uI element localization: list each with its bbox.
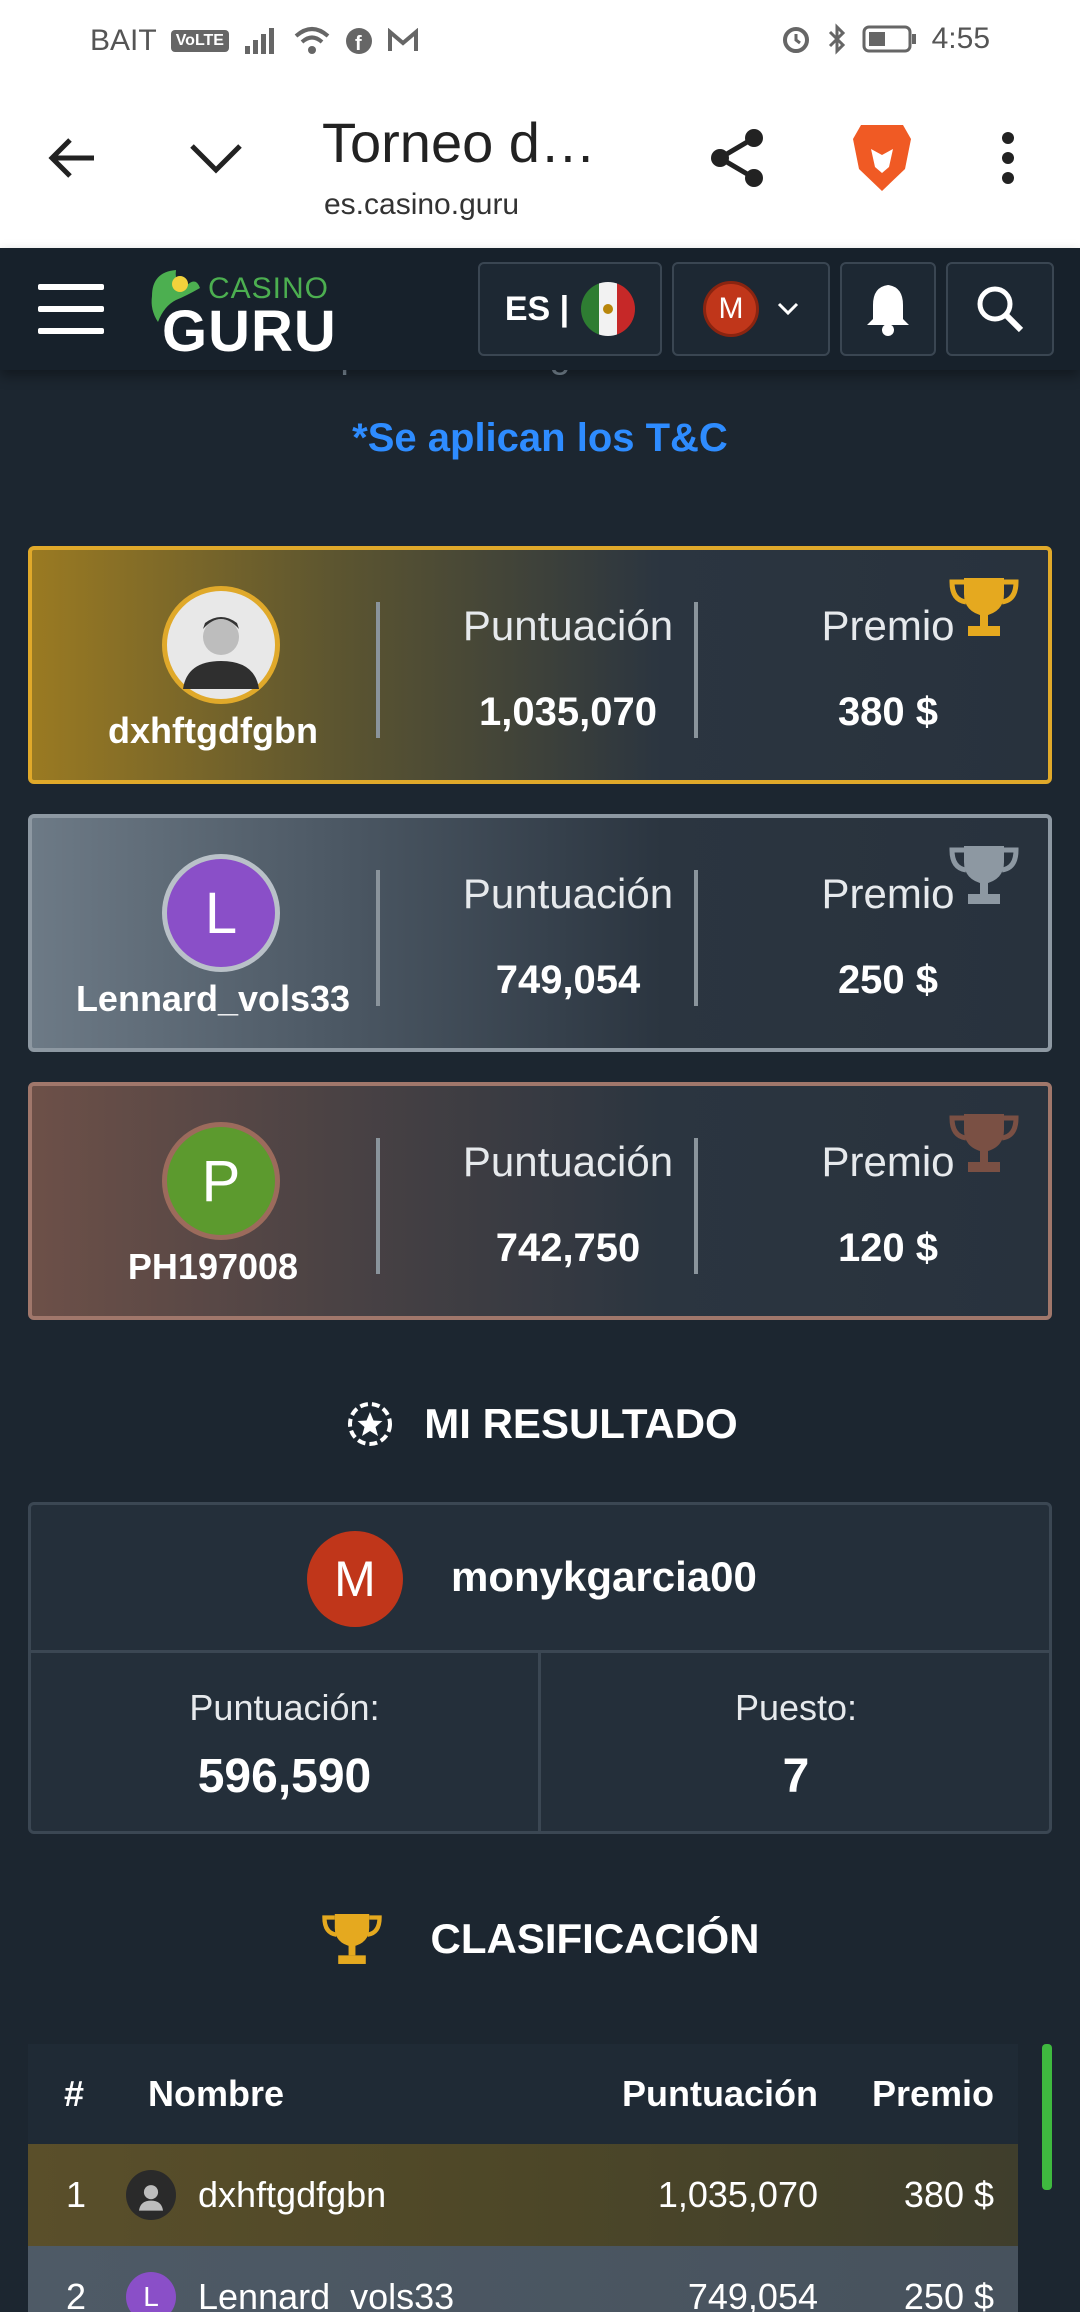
default-avatar-icon (138, 2185, 164, 2211)
share-icon[interactable] (702, 122, 774, 194)
col-rank[interactable]: # (64, 2044, 84, 2144)
svg-text:f: f (355, 33, 362, 55)
row-rank: 2 (66, 2276, 87, 2312)
table-scrollbar[interactable] (1042, 2044, 1052, 2190)
leaderboard-heading: CLASIFICACIÓN (0, 1910, 1080, 1968)
leaderboard-title: CLASIFICACIÓN (430, 1915, 760, 1962)
score-value: 1,035,070 (479, 690, 657, 734)
my-result-card: M monykgarcia00 Puntuación: 596,590 Pues… (28, 1502, 1052, 1834)
score-label: Puntuación (462, 602, 674, 649)
player-name: PH197008 (127, 1246, 299, 1287)
score-label: Puntuación (462, 870, 674, 917)
score-value: 749,054 (495, 958, 641, 1002)
table-row[interactable]: 2 L Lennard_vols33 749,054 250 $ (28, 2246, 1018, 2312)
mexico-flag-icon (581, 282, 636, 336)
my-avatar: M (307, 1531, 403, 1627)
my-rank-value: 7 (782, 1750, 810, 1803)
row-prize: 380 $ (903, 2174, 994, 2215)
col-name[interactable]: Nombre (148, 2044, 284, 2144)
prize-value: 120 $ (837, 1226, 939, 1270)
player-name: dxhftgdfgbn (108, 710, 318, 751)
col-prize[interactable]: Premio (872, 2044, 994, 2144)
silver-trophy-icon (949, 846, 1019, 904)
site-header: CASINO GURU ES | M (0, 248, 1080, 370)
gmail-icon (387, 28, 418, 51)
page-url[interactable]: es.casino.guru (324, 188, 519, 222)
podium-card-3[interactable]: P PH197008 Puntuación 742,750 Premio 120… (28, 1082, 1052, 1320)
notifications-button[interactable] (840, 262, 936, 356)
table-header: # Nombre Puntuación Premio (28, 2044, 1018, 2144)
player-avatar (162, 586, 280, 704)
menu-icon[interactable] (38, 284, 104, 334)
row-name: dxhftgdfgbn (198, 2174, 387, 2215)
clock: 4:55 (931, 22, 990, 55)
player-name: Lennard_vols33 (75, 978, 351, 1019)
my-score-label: Puntuación: (189, 1687, 380, 1728)
row-avatar (126, 2170, 176, 2220)
language-selector[interactable]: ES | (478, 262, 662, 356)
star-badge-icon (348, 1402, 393, 1446)
terms-link[interactable]: *Se aplican los T&C (0, 416, 1080, 461)
my-rank-label: Puesto: (734, 1687, 858, 1728)
back-icon[interactable] (36, 122, 108, 194)
podium-card-2[interactable]: L Lennard_vols33 Puntuación 749,054 Prem… (28, 814, 1052, 1052)
signal-icon (244, 28, 274, 54)
prize-value: 250 $ (837, 958, 939, 1002)
row-avatar: L (126, 2272, 176, 2312)
volte-badge: VoLTE (170, 30, 229, 52)
user-avatar: M (703, 281, 759, 337)
bell-icon (867, 285, 909, 336)
trophy-icon (321, 1914, 382, 1964)
chevron-down-icon[interactable] (180, 122, 252, 194)
logo-guru-text: GURU (162, 299, 337, 364)
leaderboard-table: # Nombre Puntuación Premio 1 dxhftgdfgbn… (28, 2044, 1018, 2312)
prize-value: 380 $ (837, 690, 939, 734)
row-score: 1,035,070 (657, 2174, 818, 2215)
browser-toolbar: Torneo d… es.casino.guru (0, 82, 1080, 248)
my-result-heading: MI RESULTADO (0, 1396, 1080, 1452)
table-row[interactable]: 1 dxhftgdfgbn 1,035,070 380 $ (28, 2144, 1018, 2246)
row-prize: 250 $ (903, 2276, 994, 2312)
facebook-icon: f (345, 28, 372, 55)
alarm-icon (782, 27, 809, 53)
default-avatar-icon (183, 617, 259, 689)
score-label: Puntuación (462, 1138, 674, 1185)
carrier-label: BAIT (90, 24, 157, 57)
more-options-icon[interactable] (972, 122, 1044, 194)
row-rank: 1 (66, 2174, 87, 2215)
my-score-value: 596,590 (197, 1750, 372, 1803)
status-bar: BAIT VoLTE f 4:55 (0, 0, 1080, 82)
user-menu-button[interactable]: M (672, 262, 830, 356)
row-score: 749,054 (687, 2276, 818, 2312)
my-username: monykgarcia00 (451, 1553, 757, 1600)
player-avatar: L (162, 854, 280, 972)
gold-trophy-icon (949, 578, 1019, 636)
search-icon (977, 286, 1024, 333)
battery-icon (862, 25, 916, 53)
score-value: 742,750 (495, 1226, 641, 1270)
player-avatar: P (162, 1122, 280, 1240)
bronze-trophy-icon (949, 1114, 1019, 1172)
language-code: ES | (504, 289, 570, 328)
chevron-down-icon (777, 302, 799, 316)
wifi-icon (294, 27, 330, 54)
podium-card-1[interactable]: dxhftgdfgbn Puntuación 1,035,070 Premio … (28, 546, 1052, 784)
my-result-title: MI RESULTADO (424, 1400, 738, 1447)
search-button[interactable] (946, 262, 1054, 356)
col-score[interactable]: Puntuación (622, 2044, 818, 2144)
brave-shield-icon[interactable] (846, 122, 918, 194)
row-name: Lennard_vols33 (198, 2276, 455, 2312)
bluetooth-icon (828, 23, 845, 55)
page-title[interactable]: Torneo d… (322, 110, 596, 175)
